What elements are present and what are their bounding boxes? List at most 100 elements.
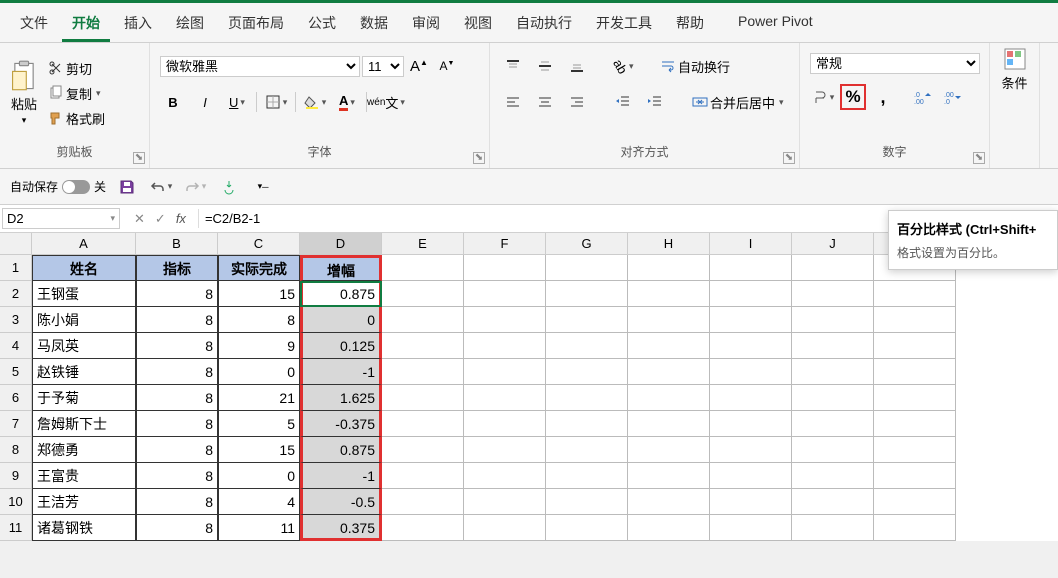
cell-J8[interactable]: [792, 437, 874, 463]
align-middle-button[interactable]: [532, 53, 558, 79]
accounting-format-button[interactable]: [810, 84, 836, 110]
cell-J7[interactable]: [792, 411, 874, 437]
cell-H9[interactable]: [628, 463, 710, 489]
cell-F6[interactable]: [464, 385, 546, 411]
tab-draw[interactable]: 绘图: [166, 7, 214, 42]
cell-A6[interactable]: 于予菊: [32, 385, 136, 411]
touch-mode-button[interactable]: [216, 174, 242, 200]
cell-B11[interactable]: 8: [136, 515, 218, 541]
cell-I5[interactable]: [710, 359, 792, 385]
cell-J4[interactable]: [792, 333, 874, 359]
phonetic-button[interactable]: wén文: [373, 89, 399, 115]
cell-B1[interactable]: 指标: [136, 255, 218, 281]
cell-C6[interactable]: 21: [218, 385, 300, 411]
cell-J10[interactable]: [792, 489, 874, 515]
undo-button[interactable]: [148, 174, 174, 200]
tab-view[interactable]: 视图: [454, 7, 502, 42]
tab-help[interactable]: 帮助: [666, 7, 714, 42]
copy-button[interactable]: 复制: [46, 82, 107, 105]
cell-D4[interactable]: 0.125: [300, 333, 382, 359]
font-size-select[interactable]: 11: [362, 56, 404, 77]
cell-K3[interactable]: [874, 307, 956, 333]
col-header-A[interactable]: A: [32, 233, 136, 255]
cell-E8[interactable]: [382, 437, 464, 463]
enter-formula-button[interactable]: ✓: [155, 211, 166, 227]
cell-B8[interactable]: 8: [136, 437, 218, 463]
tab-power-pivot[interactable]: Power Pivot: [728, 7, 823, 42]
cell-E11[interactable]: [382, 515, 464, 541]
cell-A3[interactable]: 陈小娟: [32, 307, 136, 333]
cell-B9[interactable]: 8: [136, 463, 218, 489]
row-header-6[interactable]: 6: [0, 385, 32, 411]
cell-G3[interactable]: [546, 307, 628, 333]
cell-G8[interactable]: [546, 437, 628, 463]
cell-F5[interactable]: [464, 359, 546, 385]
cell-H6[interactable]: [628, 385, 710, 411]
cell-E10[interactable]: [382, 489, 464, 515]
cell-B7[interactable]: 8: [136, 411, 218, 437]
cell-B4[interactable]: 8: [136, 333, 218, 359]
col-header-I[interactable]: I: [710, 233, 792, 255]
worksheet-grid[interactable]: A B C D E F G H I J K L 1 姓名 指标 实际完成 增幅 …: [0, 233, 1058, 541]
cell-F2[interactable]: [464, 281, 546, 307]
font-color-button[interactable]: A: [334, 89, 360, 115]
cell-B10[interactable]: 8: [136, 489, 218, 515]
tab-data[interactable]: 数据: [350, 7, 398, 42]
cell-C8[interactable]: 15: [218, 437, 300, 463]
cell-D5[interactable]: -1: [300, 359, 382, 385]
font-name-select[interactable]: 微软雅黑: [160, 56, 360, 77]
cell-G2[interactable]: [546, 281, 628, 307]
save-button[interactable]: [114, 174, 140, 200]
cell-K2[interactable]: [874, 281, 956, 307]
col-header-D[interactable]: D: [300, 233, 382, 255]
cell-G6[interactable]: [546, 385, 628, 411]
cell-H4[interactable]: [628, 333, 710, 359]
cell-I7[interactable]: [710, 411, 792, 437]
number-format-select[interactable]: 常规: [810, 53, 980, 74]
cell-C11[interactable]: 11: [218, 515, 300, 541]
col-header-B[interactable]: B: [136, 233, 218, 255]
decrease-indent-button[interactable]: [610, 89, 636, 115]
cell-G10[interactable]: [546, 489, 628, 515]
cell-B5[interactable]: 8: [136, 359, 218, 385]
increase-font-button[interactable]: A▲: [406, 53, 432, 79]
border-button[interactable]: [263, 89, 289, 115]
cell-A2[interactable]: 王钢蛋: [32, 281, 136, 307]
cell-A4[interactable]: 马凤英: [32, 333, 136, 359]
align-left-button[interactable]: [500, 89, 526, 115]
cell-J11[interactable]: [792, 515, 874, 541]
cell-K9[interactable]: [874, 463, 956, 489]
cell-A9[interactable]: 王富贵: [32, 463, 136, 489]
cell-J5[interactable]: [792, 359, 874, 385]
cell-H10[interactable]: [628, 489, 710, 515]
tab-formulas[interactable]: 公式: [298, 7, 346, 42]
cell-F8[interactable]: [464, 437, 546, 463]
tab-file[interactable]: 文件: [10, 7, 58, 42]
col-header-J[interactable]: J: [792, 233, 874, 255]
cell-K4[interactable]: [874, 333, 956, 359]
cell-I2[interactable]: [710, 281, 792, 307]
cell-F7[interactable]: [464, 411, 546, 437]
cell-D1[interactable]: 增幅: [300, 255, 382, 281]
cell-D6[interactable]: 1.625: [300, 385, 382, 411]
percent-style-button[interactable]: %: [840, 84, 866, 110]
cell-G11[interactable]: [546, 515, 628, 541]
cell-B2[interactable]: 8: [136, 281, 218, 307]
cell-J3[interactable]: [792, 307, 874, 333]
cell-G7[interactable]: [546, 411, 628, 437]
align-bottom-button[interactable]: [564, 53, 590, 79]
font-dialog-launcher[interactable]: ⬊: [473, 152, 485, 164]
row-header-10[interactable]: 10: [0, 489, 32, 515]
row-header-7[interactable]: 7: [0, 411, 32, 437]
tab-home[interactable]: 开始: [62, 7, 110, 42]
cell-H2[interactable]: [628, 281, 710, 307]
cell-C3[interactable]: 8: [218, 307, 300, 333]
number-dialog-launcher[interactable]: ⬊: [973, 152, 985, 164]
cell-E4[interactable]: [382, 333, 464, 359]
cell-G1[interactable]: [546, 255, 628, 281]
cell-K7[interactable]: [874, 411, 956, 437]
cell-A8[interactable]: 郑德勇: [32, 437, 136, 463]
cell-C7[interactable]: 5: [218, 411, 300, 437]
col-header-H[interactable]: H: [628, 233, 710, 255]
autosave-toggle[interactable]: 自动保存 关: [10, 178, 106, 195]
